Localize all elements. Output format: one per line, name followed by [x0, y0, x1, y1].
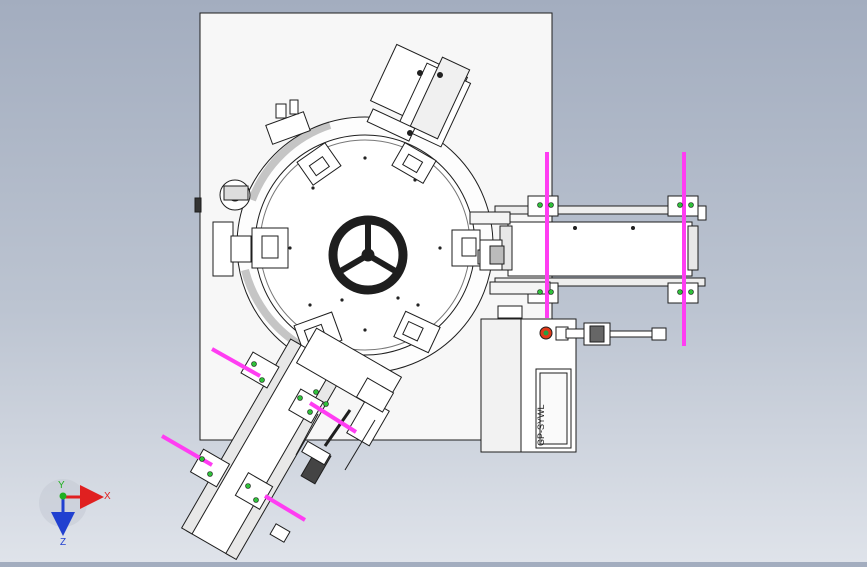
axis-triad-icon: X Y Z — [39, 479, 111, 548]
cad-viewport[interactable]: GP-SYWL X Y Z — [0, 0, 867, 562]
cylinder-right — [583, 322, 667, 346]
indicator-lights[interactable] — [539, 326, 585, 341]
panel-label: GP-SYWL — [536, 404, 546, 446]
conveyor-right — [469, 195, 707, 304]
axis-y-label: Y — [58, 480, 65, 491]
axis-x-label: X — [104, 491, 111, 502]
axis-z-label: Z — [60, 537, 66, 548]
assembly-drawing: GP-SYWL X Y Z — [39, 12, 707, 561]
handwheel-icon — [328, 215, 408, 295]
